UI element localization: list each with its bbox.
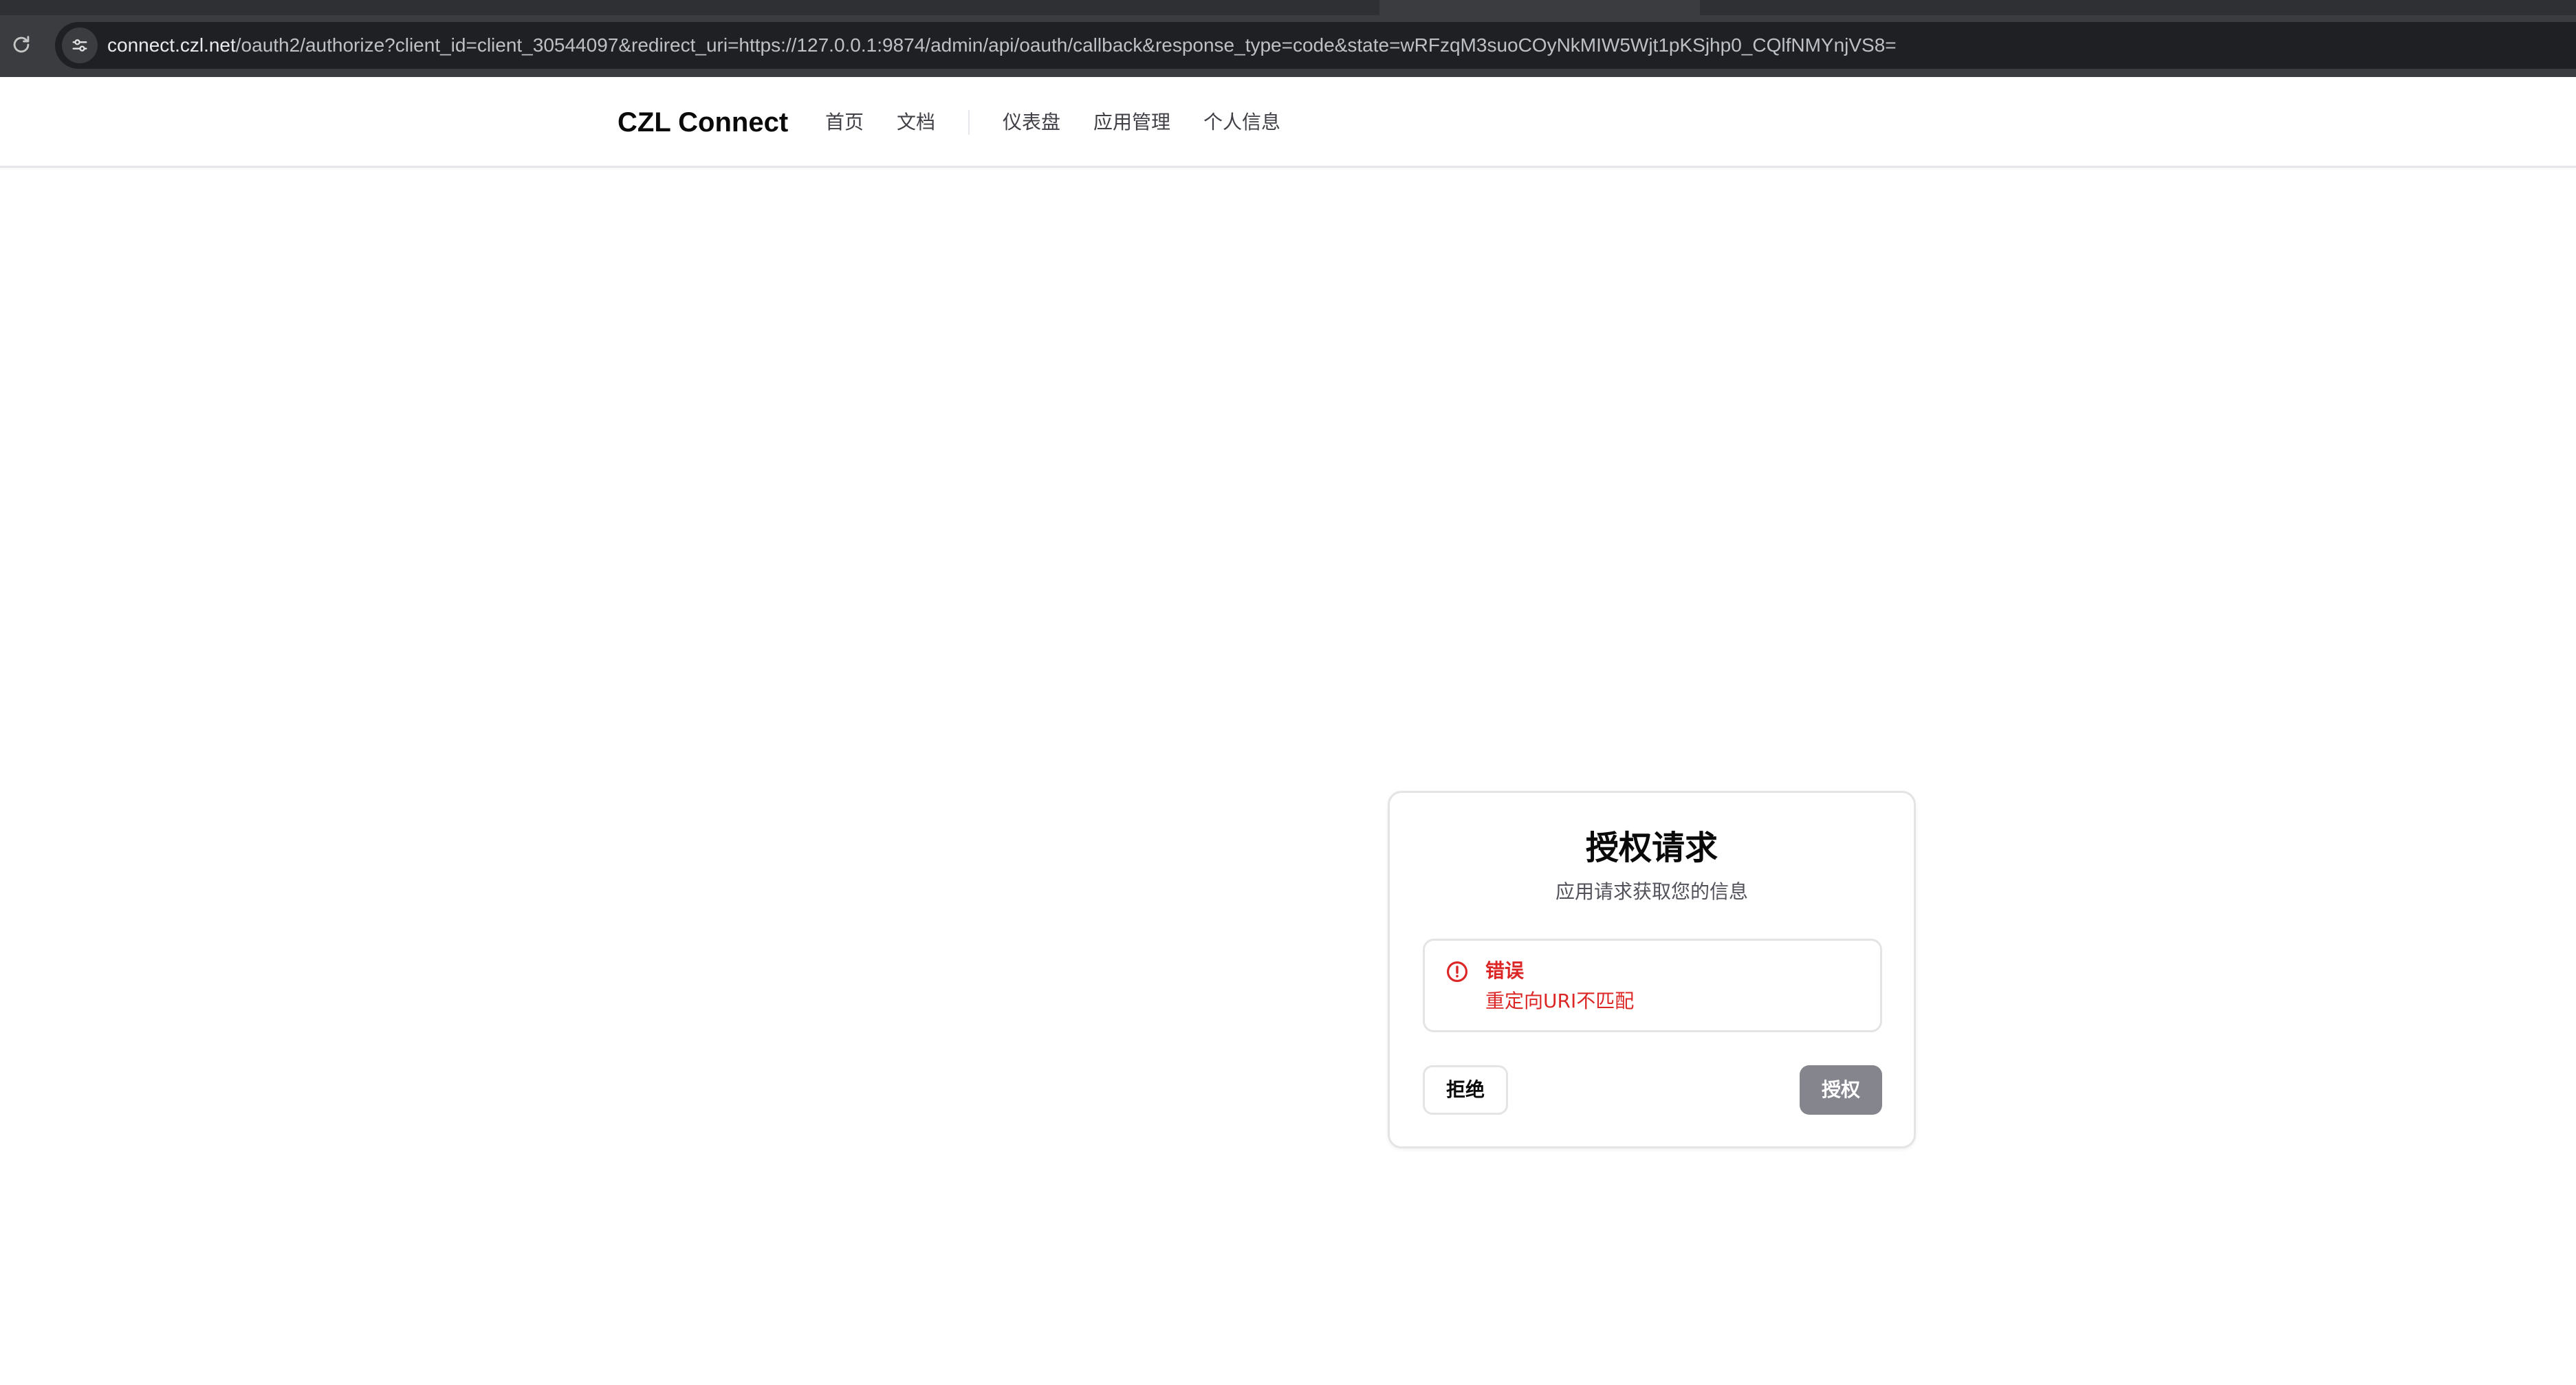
- nav-link-dashboard[interactable]: 仪表盘: [1003, 107, 1060, 138]
- authorize-button[interactable]: 授权: [1800, 1065, 1882, 1115]
- reload-button[interactable]: [10, 33, 33, 56]
- nav-divider: [968, 110, 970, 135]
- nav-link-app-management[interactable]: 应用管理: [1093, 107, 1170, 138]
- tune-icon: [72, 39, 87, 52]
- card-subtitle: 应用请求获取您的信息: [1555, 880, 1748, 903]
- alert-circle-icon: [1446, 961, 1468, 983]
- alert-title: 错误: [1485, 959, 1525, 982]
- deny-button[interactable]: 拒绝: [1423, 1065, 1508, 1115]
- url-text[interactable]: connect.czl.net/oauth2/authorize?client_…: [107, 30, 1897, 61]
- reload-icon: [13, 36, 30, 53]
- authorization-card: 授权请求 应用请求获取您的信息 错误 重定向URI不匹配 拒绝 授权: [1388, 791, 1916, 1148]
- url-path: /oauth2/authorize?client_id=client_30544…: [235, 34, 1897, 56]
- site-navbar: [0, 77, 2576, 168]
- alert-message: 重定向URI不匹配: [1485, 990, 1635, 1012]
- browser-active-tab[interactable]: [1379, 0, 1700, 15]
- error-alert: 错误 重定向URI不匹配: [1423, 939, 1882, 1032]
- url-host: connect.czl.net: [107, 34, 236, 56]
- browser-tab-strip: [0, 0, 2576, 15]
- nav-link-home[interactable]: 首页: [825, 107, 864, 138]
- brand-logo-text[interactable]: CZL Connect: [618, 103, 788, 142]
- site-info-button[interactable]: [62, 28, 98, 63]
- nav-link-docs[interactable]: 文档: [897, 107, 935, 138]
- card-title: 授权请求: [1585, 829, 1718, 867]
- nav-link-profile[interactable]: 个人信息: [1203, 107, 1280, 138]
